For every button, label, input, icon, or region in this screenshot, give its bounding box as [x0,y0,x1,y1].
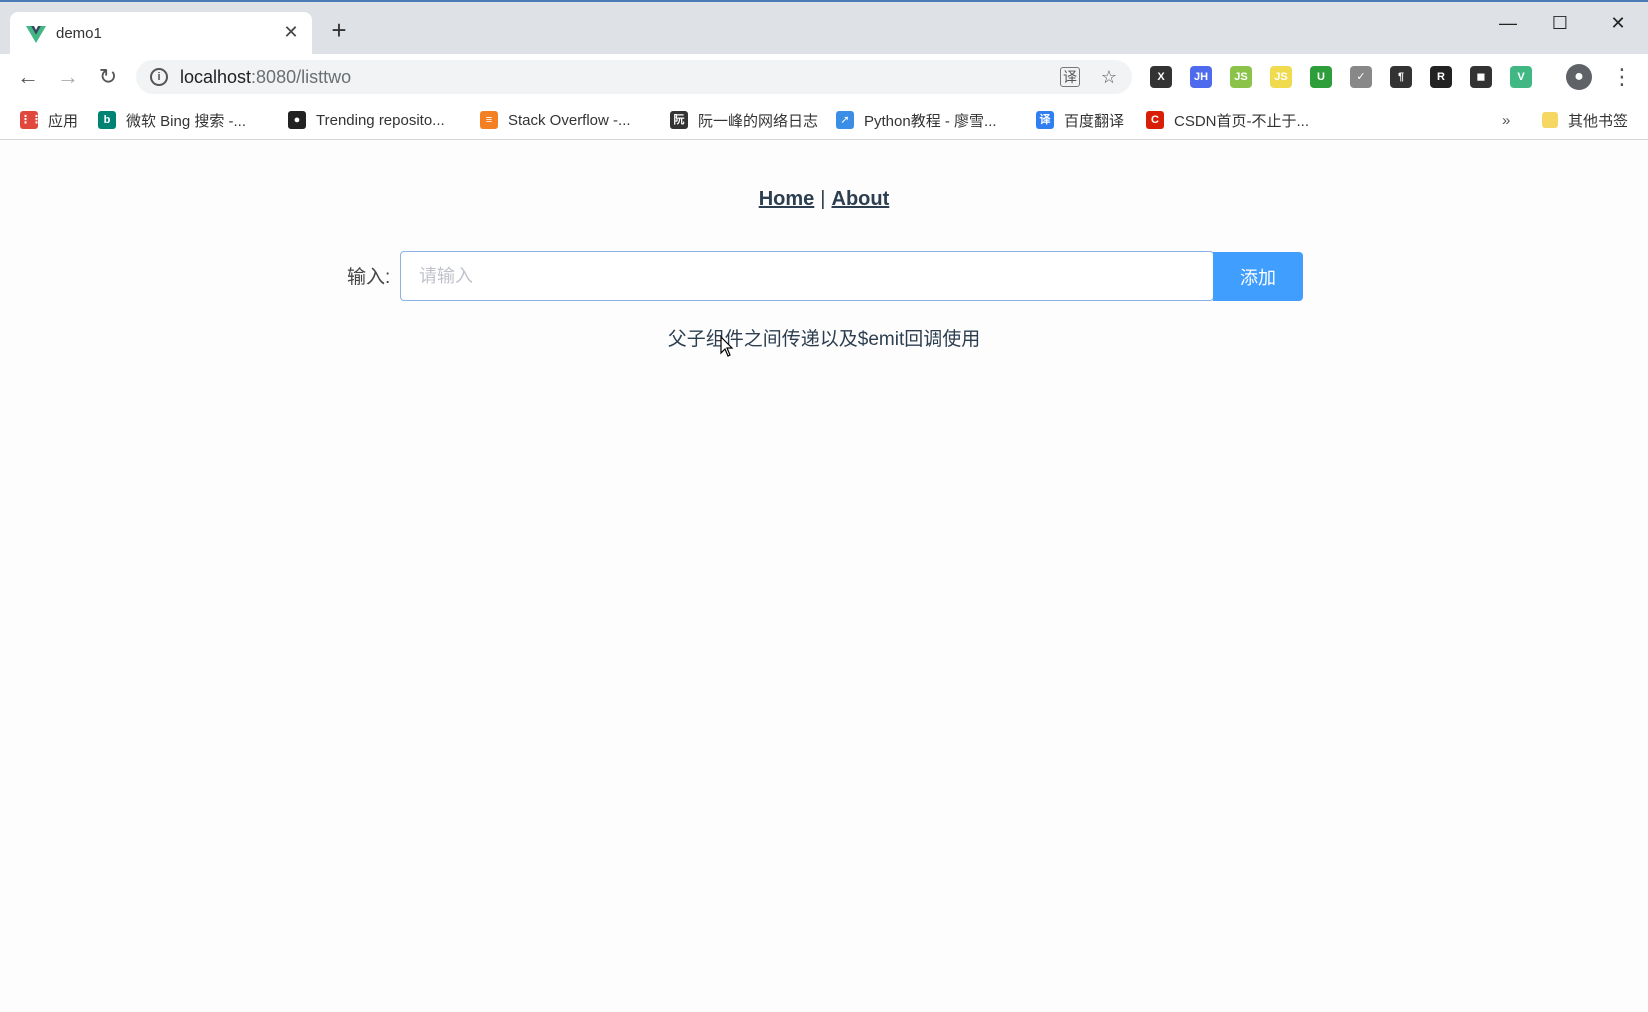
url-path: :8080/listtwo [251,67,352,87]
router-nav: Home | About [0,188,1648,211]
window-maximize-button[interactable]: ☐ [1540,10,1580,36]
folder-icon [1542,112,1558,128]
nav-about-link[interactable]: About [832,188,890,210]
bookmark-star-icon[interactable]: ☆ [1098,66,1120,88]
url-text[interactable]: localhost:8080/listtwo [180,67,351,88]
tab-title: demo1 [56,25,102,42]
js-yellow-extension-icon[interactable]: JS [1270,66,1292,88]
url-host: localhost [180,67,252,87]
bookmark-item[interactable]: ● Trending reposito... [288,108,445,132]
js-green-extension-icon[interactable]: JS [1230,66,1252,88]
new-tab-button[interactable]: + [326,17,352,44]
vue-extension-icon[interactable]: V [1510,66,1532,88]
baidu-translate-icon: 译 [1036,111,1054,129]
csdn-icon: C [1146,111,1164,129]
bookmarks-overflow-icon[interactable]: » [1502,108,1510,132]
input-label: 输入: [347,267,391,288]
bing-icon: b [98,111,116,129]
bookmark-item[interactable]: b 微软 Bing 搜索 -... [98,108,246,132]
translate-icon[interactable]: 译 [1060,67,1080,87]
bookmark-item[interactable]: 译百度翻译 [1036,108,1124,132]
window-close-button[interactable]: ✕ [1598,10,1638,36]
browser-tab[interactable]: demo1 ✕ [10,12,312,56]
bookmark-item[interactable]: ➚ Python教程 - 廖雪... [836,108,997,132]
octopus-extension-icon[interactable]: ◼ [1470,66,1492,88]
bookmark-label: 微软 Bing 搜索 -... [126,112,247,130]
page-caption: 父子组件之间传递以及$emit回调使用 [667,329,981,350]
reload-icon[interactable]: ↻ [94,63,122,91]
address-bar[interactable]: i localhost:8080/listtwo 译 ☆ [136,60,1132,94]
bookmark-label: 阮一峰的网络日志 [698,112,819,130]
site-info-icon[interactable]: i [150,68,168,86]
pilcrow-extension-icon[interactable]: ¶ [1390,66,1412,88]
x-extension-icon[interactable]: X [1150,66,1172,88]
bookmark-item[interactable]: C CSDN首页-不止于... [1146,108,1309,132]
nav-separator: | [820,188,826,210]
forward-arrow-icon[interactable]: → [54,63,82,91]
browser-toolbar: ← → ↻ i localhost:8080/listtwo 译 ☆ X JH JS… [0,54,1648,100]
bookmark-item[interactable]: ⋮⋮ 应用 [20,108,78,132]
github-icon: ● [288,111,306,129]
other-bookmarks-label: 其他书签 [1568,112,1629,130]
shield-extension-icon[interactable]: U [1310,66,1332,88]
bookmark-label: 百度翻译 [1064,112,1125,130]
other-bookmarks[interactable]: 其他书签 [1542,108,1628,132]
todo-input[interactable] [400,251,1214,301]
back-arrow-icon[interactable]: ← [14,63,42,91]
tab-close-icon[interactable]: ✕ [280,21,302,43]
menu-icon[interactable]: ⋮ [1608,63,1636,91]
bookmarks-bar: ⋮⋮ 应用 b 微软 Bing 搜索 -... ● Trending reposito..… [0,100,1648,140]
browser-chrome: demo1 ✕ + — ☐ ✕ ← → ↻ i localhost:8080/l… [0,0,1648,140]
ruanyifeng-icon: 阮 [670,111,688,129]
mouse-cursor-icon [720,336,734,357]
check-extension-icon[interactable]: ✓ [1350,66,1372,88]
apps-grid-icon: ⋮⋮ [20,111,42,129]
r-extension-icon[interactable]: R [1430,66,1452,88]
add-button[interactable]: 添加 [1213,252,1303,301]
nav-home-link[interactable]: Home [759,188,815,210]
rocket-icon: ➚ [836,111,854,129]
bookmark-item[interactable]: 阮阮一峰的网络日志 [670,108,818,132]
bookmark-label: 应用 [48,112,79,130]
vue-favicon-icon [26,26,46,43]
bookmark-label: Python教程 - 廖雪... [864,112,997,130]
stackoverflow-icon: ≡ [480,111,498,129]
tab-strip: demo1 ✕ + — ☐ ✕ [0,0,1648,56]
bookmark-label: Trending reposito... [316,111,445,129]
window-minimize-button[interactable]: — [1488,10,1528,36]
bookmark-label: CSDN首页-不止于... [1174,112,1310,130]
bookmark-label: Stack Overflow -... [508,111,631,129]
app-page: Home| About 输入: 添加 父子组件之间传递以及$emit回调使用 [0,140,1648,1012]
jh-extension-icon[interactable]: JH [1190,66,1212,88]
bookmark-item[interactable]: ≡ Stack Overflow -... [480,108,631,132]
profile-avatar-icon[interactable]: ● [1566,64,1592,90]
